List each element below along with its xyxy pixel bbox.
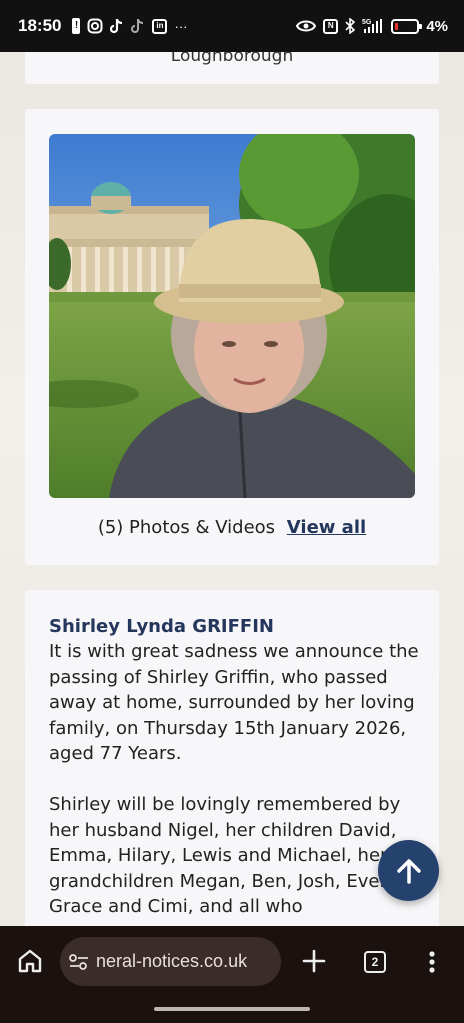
photo-card: (5) Photos & Videos View all (25, 109, 439, 565)
system-nav-bar (0, 998, 464, 1023)
instagram-icon (87, 18, 103, 34)
tiktok-icon (110, 18, 124, 34)
location-text: Loughborough (170, 52, 294, 66)
photos-count: (5) Photos & Videos (97, 517, 276, 538)
plus-icon (302, 949, 326, 973)
location-card: Loughborough (25, 52, 439, 84)
bluetooth-icon (345, 18, 356, 34)
home-button[interactable] (17, 948, 43, 978)
home-icon (18, 949, 42, 973)
notice-name: Shirley Lynda GRIFFIN (49, 616, 274, 637)
eye-icon (296, 19, 317, 33)
notice-body: It is with great sadness we announce the… (49, 639, 421, 926)
battery-icon (391, 18, 423, 34)
notice-card: Shirley Lynda GRIFFIN It is with great s… (25, 590, 439, 926)
browser-toolbar: neral-notices.co.uk 2 (0, 926, 464, 998)
status-time: 18:50 (18, 16, 62, 35)
tab-switcher-button[interactable]: 2 (364, 951, 386, 973)
scroll-to-top-button[interactable] (378, 840, 439, 901)
page-content[interactable]: Loughborough (5) Photos & Videos View al… (0, 52, 464, 926)
alert-icon: ! (72, 18, 81, 34)
notice-paragraph: Shirley will be lovingly remembered by h… (49, 794, 413, 917)
status-bar: 18:50 ! in ··· N 5G 4% (0, 0, 464, 52)
gesture-handle[interactable] (154, 1007, 310, 1011)
arrow-up-icon (396, 858, 421, 884)
status-left: 18:50 ! in ··· (18, 16, 187, 36)
more-vertical-icon (429, 951, 435, 973)
status-right: N 5G 4% (296, 18, 448, 35)
new-tab-button[interactable] (302, 949, 326, 977)
notice-paragraph: It is with great sadness we announce the… (49, 641, 419, 764)
site-settings-icon[interactable] (68, 953, 90, 971)
menu-button[interactable] (428, 950, 436, 978)
more-icon: ··· (174, 18, 188, 34)
svg-text:5G: 5G (362, 19, 372, 26)
notice-photo[interactable] (49, 134, 415, 498)
view-all-link[interactable]: View all (287, 517, 366, 538)
url-text: neral-notices.co.uk (96, 951, 248, 971)
battery-percent: 4% (426, 17, 448, 35)
linkedin-icon: in (152, 18, 168, 34)
address-bar[interactable]: neral-notices.co.uk (60, 937, 281, 986)
nfc-icon: N (323, 18, 339, 34)
signal-icon: 5G (362, 18, 384, 34)
photos-videos-line: (5) Photos & Videos View all (25, 517, 439, 538)
tiktok-icon (131, 18, 145, 34)
